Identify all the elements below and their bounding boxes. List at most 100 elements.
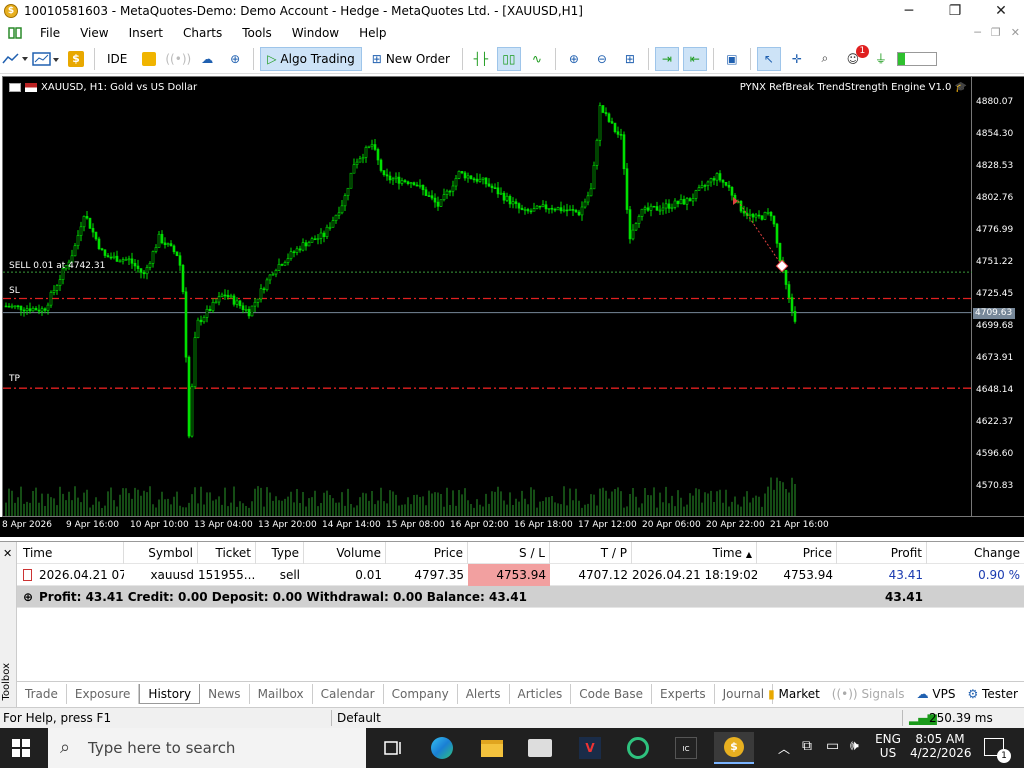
tab-experts[interactable]: Experts bbox=[652, 683, 715, 704]
line-chart-icon[interactable]: ∿ bbox=[525, 47, 549, 71]
col-symbol[interactable]: Symbol bbox=[124, 542, 198, 564]
algo-trading-button[interactable]: ▷ Algo Trading bbox=[260, 46, 362, 71]
sell-order-label[interactable]: SELL 0.01 at 4742.31 bbox=[9, 261, 105, 271]
auto-scroll-icon[interactable]: ⇥ bbox=[654, 46, 679, 71]
col-price-open[interactable]: Price bbox=[386, 542, 468, 564]
shopping-bag-icon[interactable] bbox=[137, 47, 161, 71]
windows-start-icon[interactable] bbox=[12, 739, 30, 757]
line-chart-dropdown-icon[interactable] bbox=[2, 47, 28, 71]
ide-button[interactable]: IDE bbox=[101, 47, 133, 71]
child-close-icon[interactable]: ✕ bbox=[1011, 22, 1020, 44]
ic-markets-icon[interactable]: IC bbox=[666, 732, 706, 764]
zoom-in-icon[interactable]: ⊕ bbox=[562, 47, 586, 71]
show-hidden-icons[interactable]: ︿ bbox=[778, 740, 790, 757]
tab-articles[interactable]: Articles bbox=[510, 683, 572, 704]
col-ticket[interactable]: Ticket bbox=[198, 542, 256, 564]
candle bbox=[85, 210, 89, 220]
metatrader-taskbar-icon[interactable]: $ bbox=[714, 732, 754, 764]
tray-icon-1[interactable]: ⧉ bbox=[802, 738, 812, 754]
crosshair-icon[interactable]: ✛ bbox=[785, 47, 809, 71]
volume-icon[interactable]: 🕪 bbox=[850, 738, 859, 754]
cloud-icon[interactable]: ☁ bbox=[195, 47, 219, 71]
edge-browser-icon[interactable] bbox=[422, 732, 462, 764]
col-volume[interactable]: Volume bbox=[304, 542, 386, 564]
app-icon-globe[interactable] bbox=[618, 732, 658, 764]
file-explorer-icon[interactable] bbox=[472, 732, 512, 764]
menu-file[interactable]: File bbox=[30, 22, 70, 44]
chart-menu-icon[interactable] bbox=[9, 83, 21, 92]
col-time-open[interactable]: Time bbox=[17, 542, 124, 564]
task-view-icon[interactable] bbox=[372, 732, 412, 764]
table-row[interactable]: 2026.04.21 07:... xauusd 151955... sell … bbox=[17, 564, 1024, 586]
tab-code-base[interactable]: Code Base bbox=[571, 683, 653, 704]
summary-row[interactable]: ⊕ Profit: 43.41 Credit: 0.00 Deposit: 0.… bbox=[17, 586, 1024, 608]
chart-shift-icon[interactable]: ⇤ bbox=[682, 46, 707, 71]
market-link[interactable]: ▮ Market bbox=[768, 687, 820, 701]
tester-link[interactable]: ⚙ Tester bbox=[967, 687, 1018, 701]
tp-label[interactable]: TP bbox=[9, 374, 20, 384]
zoom-out-icon[interactable]: ⊖ bbox=[590, 47, 614, 71]
expand-icon[interactable]: ⊕ bbox=[23, 586, 35, 608]
tab-trade[interactable]: Trade bbox=[17, 683, 67, 704]
screenshot-icon[interactable]: ▣ bbox=[720, 47, 744, 71]
col-price-close[interactable]: Price bbox=[757, 542, 837, 564]
vps-globe-icon[interactable]: ⊕ bbox=[223, 47, 247, 71]
tab-exposure[interactable]: Exposure bbox=[67, 683, 140, 704]
tab-alerts[interactable]: Alerts bbox=[458, 683, 510, 704]
col-change[interactable]: Change bbox=[927, 542, 1024, 564]
alerts-icon[interactable]: ☺ 1 bbox=[841, 44, 869, 71]
language-indicator[interactable]: ENG US bbox=[874, 732, 902, 760]
menu-window[interactable]: Window bbox=[282, 22, 349, 44]
signals-link[interactable]: ((•)) Signals bbox=[832, 687, 905, 701]
candle bbox=[112, 252, 116, 260]
network-icon[interactable]: ▭ bbox=[826, 738, 839, 754]
expert-advisor-label[interactable]: PYNX RefBreak TrendStrength Engine V1.0 … bbox=[740, 82, 967, 93]
tab-company[interactable]: Company bbox=[384, 683, 458, 704]
notifications-icon[interactable]: 1 bbox=[984, 738, 1011, 763]
sl-label[interactable]: SL bbox=[9, 286, 20, 296]
col-type[interactable]: Type bbox=[256, 542, 304, 564]
child-restore-icon[interactable]: ❐ bbox=[991, 22, 1001, 44]
taskbar-search[interactable]: ⌕ Type here to search bbox=[48, 728, 366, 768]
col-time-close[interactable]: Time ▲ bbox=[632, 542, 757, 564]
menu-view[interactable]: View bbox=[70, 22, 118, 44]
tab-calendar[interactable]: Calendar bbox=[313, 683, 384, 704]
close-toolbox-icon[interactable]: ✕ bbox=[3, 547, 12, 560]
menu-insert[interactable]: Insert bbox=[119, 22, 173, 44]
search-icon[interactable]: ⌕ bbox=[813, 47, 837, 71]
close-button[interactable]: ✕ bbox=[978, 0, 1024, 22]
time-axis[interactable]: 8 Apr 2026 9 Apr 16:00 10 Apr 10:00 13 Apr … bbox=[0, 517, 1024, 537]
price-axis[interactable]: 4709.63 4880.07 4854.30 4828.53 4802.76 4776… bbox=[972, 76, 1024, 517]
bar-chart-icon[interactable]: ┤├ bbox=[469, 47, 493, 71]
col-tp[interactable]: T / P bbox=[550, 542, 632, 564]
new-order-button[interactable]: ⊞ New Order bbox=[366, 47, 456, 71]
col-sl[interactable]: S / L bbox=[468, 542, 550, 564]
tab-journal[interactable]: Journal bbox=[715, 683, 774, 704]
chart-grid-icon[interactable] bbox=[0, 22, 30, 44]
child-minimize-icon[interactable]: ─ bbox=[974, 22, 981, 44]
status-ping[interactable]: 250.39 ms bbox=[929, 711, 993, 725]
tab-news[interactable]: News bbox=[200, 683, 250, 704]
signal-strength-icon[interactable]: ⏚ bbox=[869, 47, 893, 71]
dollar-icon[interactable]: $ bbox=[64, 47, 88, 71]
menu-help[interactable]: Help bbox=[349, 22, 396, 44]
tile-windows-icon[interactable]: ⊞ bbox=[618, 47, 642, 71]
minimize-button[interactable]: ─ bbox=[886, 0, 932, 22]
app-icon-1[interactable] bbox=[520, 732, 560, 764]
templates-dropdown-icon[interactable] bbox=[32, 47, 60, 71]
maximize-button[interactable]: ❐ bbox=[932, 0, 978, 22]
cursor-icon[interactable]: ↖ bbox=[756, 46, 781, 71]
app-icon-v[interactable]: V bbox=[570, 732, 610, 764]
status-profile[interactable]: Default bbox=[337, 711, 381, 725]
tab-mailbox[interactable]: Mailbox bbox=[250, 683, 313, 704]
signals-icon[interactable]: ((•)) bbox=[165, 47, 191, 71]
clock[interactable]: 8:05 AM 4/22/2026 bbox=[910, 732, 972, 760]
candlestick-icon[interactable]: ▯▯ bbox=[496, 46, 521, 71]
menu-charts[interactable]: Charts bbox=[173, 22, 232, 44]
vps-link[interactable]: ☁ VPS bbox=[917, 687, 956, 701]
tab-history[interactable]: History bbox=[139, 683, 201, 704]
col-profit[interactable]: Profit bbox=[837, 542, 927, 564]
price-chart[interactable]: XAUUSD, H1: Gold vs US Dollar PYNX RefBr… bbox=[2, 76, 973, 517]
candle bbox=[220, 292, 224, 298]
menu-tools[interactable]: Tools bbox=[232, 22, 282, 44]
